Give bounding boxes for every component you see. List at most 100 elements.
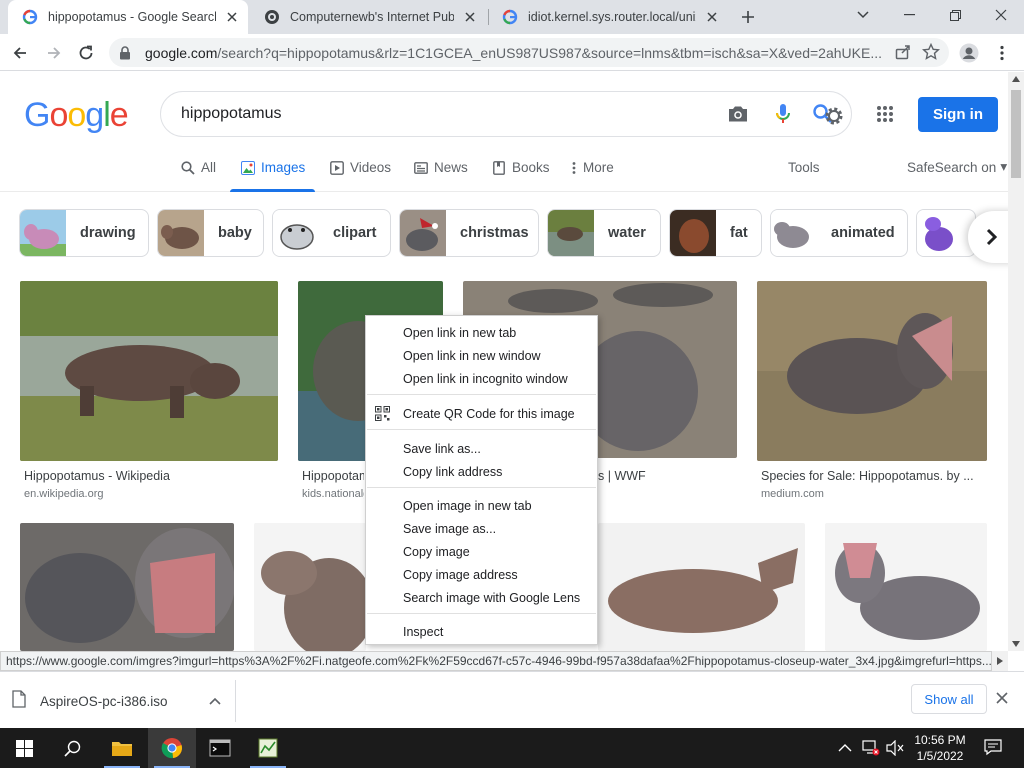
camera-icon[interactable] (726, 102, 750, 126)
chip-purple-hippo[interactable] (916, 209, 976, 257)
result-image[interactable] (757, 281, 987, 461)
menu-item-save-image-as[interactable]: Save image as... (366, 517, 597, 540)
volume-muted-icon[interactable] (886, 739, 904, 761)
tab-router-local[interactable]: idiot.kernel.sys.router.local/unix/ (488, 0, 728, 34)
microphone-icon[interactable] (771, 102, 795, 126)
tab-google-search[interactable]: hippopotamus - Google Search (8, 0, 248, 34)
tray-chevron-up-icon[interactable] (838, 740, 852, 758)
result-title-visible[interactable]: s | WWF (598, 469, 738, 483)
tab-books[interactable]: Books (491, 160, 550, 192)
result-source[interactable]: en.wikipedia.org (24, 488, 274, 500)
chip-drawing[interactable]: drawing (19, 209, 149, 257)
result-image[interactable] (254, 523, 366, 651)
result-title[interactable]: Species for Sale: Hippopotamus. by ... (761, 469, 986, 483)
windows-taskbar: 10:56 PM 1/5/2022 (0, 728, 1024, 768)
share-icon[interactable] (895, 44, 911, 65)
reload-button[interactable] (72, 39, 100, 67)
tools-label: Tools (788, 160, 820, 175)
chip-animated[interactable]: animated (770, 209, 908, 257)
result-image[interactable] (598, 523, 805, 651)
result-image[interactable] (825, 523, 987, 651)
close-window-button[interactable] (978, 0, 1024, 30)
chip-fat[interactable]: fat (669, 209, 762, 257)
chip-christmas[interactable]: christmas (399, 209, 539, 257)
download-item[interactable]: AspireOS-pc-i386.iso (12, 680, 236, 722)
sign-in-button[interactable]: Sign in (918, 97, 998, 132)
clock-time: 10:56 PM (914, 733, 966, 747)
forward-button[interactable] (40, 39, 68, 67)
task-manager-button[interactable] (244, 728, 292, 768)
taskbar-search-button[interactable] (48, 728, 96, 768)
tab-internet-pub-hub[interactable]: Computernewb's Internet Pub Hub (250, 0, 486, 34)
close-downloads-bar-icon[interactable] (996, 691, 1008, 709)
chart-app-icon (258, 738, 278, 758)
tab-images[interactable]: Images (229, 160, 316, 192)
result-title[interactable]: Hippopotamus - Wikipedia (24, 469, 274, 483)
result-title[interactable]: Hippopotamus (302, 469, 364, 483)
result-image[interactable] (20, 281, 278, 461)
menu-item-search-google-lens[interactable]: Search image with Google Lens (366, 586, 597, 609)
hscroll-right-button[interactable] (992, 651, 1008, 671)
chip-clipart[interactable]: clipart (272, 209, 391, 257)
search-tabs: All Images Videos News Books More Tools … (0, 152, 1008, 192)
tab-news[interactable]: News (413, 160, 468, 192)
tab-title: hippopotamus - Google Search (48, 10, 216, 24)
chrome-taskbar-button[interactable] (148, 728, 196, 768)
menu-item-open-link-incognito[interactable]: Open link in incognito window (366, 367, 597, 390)
tab-videos[interactable]: Videos (329, 160, 391, 192)
menu-item-open-link-new-window[interactable]: Open link in new window (366, 344, 597, 367)
close-icon[interactable] (462, 9, 478, 25)
scrollbar-thumb[interactable] (1011, 90, 1021, 178)
status-bar-url: https://www.google.com/imgres?imgurl=htt… (0, 651, 992, 671)
tools-button[interactable]: Tools (788, 160, 820, 192)
menu-item-copy-link-address[interactable]: Copy link address (366, 460, 597, 483)
minimize-button[interactable] (886, 0, 932, 30)
download-file-name: AspireOS-pc-i386.iso (40, 693, 168, 709)
tab-search-button[interactable] (840, 0, 886, 30)
new-tab-button[interactable] (736, 5, 760, 29)
chip-water[interactable]: water (547, 209, 661, 257)
settings-gear-icon[interactable] (822, 104, 846, 128)
tab-all[interactable]: All (180, 160, 216, 192)
chip-baby[interactable]: baby (157, 209, 264, 257)
show-all-downloads-button[interactable]: Show all (911, 684, 987, 714)
lock-icon[interactable] (119, 45, 133, 60)
menu-separator (367, 487, 596, 488)
logo-letter: e (109, 96, 129, 134)
result-source[interactable]: kids.nationalgeographic.com (302, 488, 364, 500)
tab-more[interactable]: More (571, 160, 614, 192)
menu-item-create-qr-code[interactable]: Create QR Code for this image (366, 402, 597, 425)
terminal-button[interactable] (196, 728, 244, 768)
apps-grid-icon[interactable] (873, 102, 897, 126)
notifications-icon[interactable] (984, 738, 1002, 761)
safesearch-toggle[interactable]: SafeSearch on ▾ (907, 159, 1007, 192)
network-status-icon[interactable] (862, 740, 880, 761)
menu-item-open-link-new-tab[interactable]: Open link in new tab (366, 321, 597, 344)
start-button[interactable] (0, 728, 48, 768)
menu-item-copy-image-address[interactable]: Copy image address (366, 563, 597, 586)
chrome-menu-button[interactable] (988, 39, 1016, 67)
restore-button[interactable] (932, 0, 978, 30)
google-logo[interactable]: Google (24, 96, 129, 135)
close-icon[interactable] (704, 9, 720, 25)
menu-item-copy-image[interactable]: Copy image (366, 540, 597, 563)
search-input[interactable]: hippopotamus (181, 105, 851, 123)
result-image[interactable] (20, 523, 234, 651)
chevron-up-icon[interactable] (209, 692, 221, 710)
profile-button[interactable] (955, 39, 983, 67)
menu-item-inspect[interactable]: Inspect (366, 620, 597, 643)
result-source[interactable]: medium.com (761, 488, 986, 500)
close-icon[interactable] (224, 9, 240, 25)
tab-label: Videos (350, 160, 392, 175)
chevron-down-icon (857, 11, 869, 19)
bookmark-star-icon[interactable] (921, 42, 941, 66)
address-bar[interactable]: google.com/search?q=hippopotamus&rlz=1C1… (109, 38, 949, 67)
back-button[interactable] (6, 39, 34, 67)
taskbar-clock[interactable]: 10:56 PM 1/5/2022 (908, 732, 972, 764)
menu-item-open-image-new-tab[interactable]: Open image in new tab (366, 494, 597, 517)
url-domain: google.com (145, 44, 218, 61)
chip-label: clipart (333, 225, 377, 241)
menu-item-save-link-as[interactable]: Save link as... (366, 437, 597, 460)
url-text[interactable]: google.com/search?q=hippopotamus&rlz=1C1… (145, 45, 885, 61)
file-explorer-button[interactable] (98, 728, 146, 768)
